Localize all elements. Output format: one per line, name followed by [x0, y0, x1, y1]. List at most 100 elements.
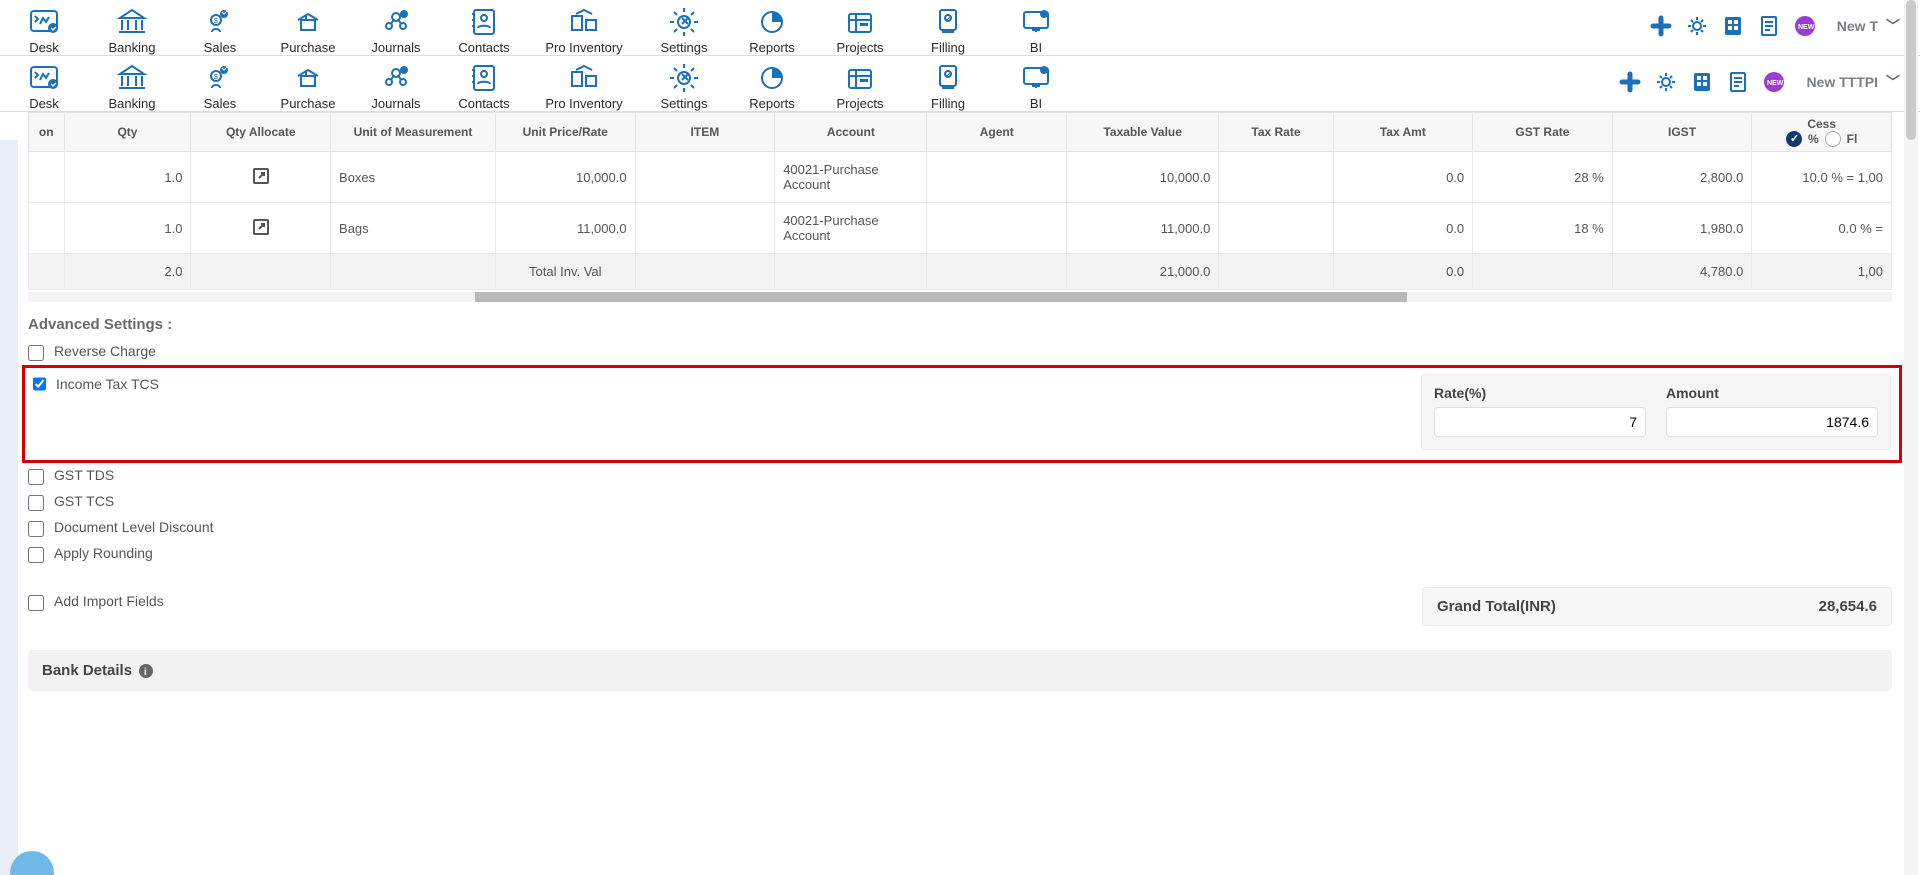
reports-icon	[756, 62, 788, 94]
table-row[interactable]: 1.0 Boxes 10,000.0 40021-Purchase Accoun…	[29, 152, 1892, 203]
col-uom: Unit of Measurement	[331, 113, 496, 152]
cess-flat-radio[interactable]	[1825, 131, 1841, 147]
cess-flat-label: Fl	[1847, 132, 1858, 146]
nav-bi[interactable]: BI	[1006, 62, 1066, 111]
cell-cess: 0.0 % =	[1752, 203, 1892, 254]
nav-sales[interactable]: Sales	[190, 62, 250, 111]
nav-bi[interactable]: BI	[1006, 6, 1066, 55]
nav-banking[interactable]: Banking	[102, 6, 162, 55]
nav-label: Reports	[749, 96, 795, 111]
tcs-amount-input[interactable]	[1666, 407, 1878, 437]
filling-icon	[932, 62, 964, 94]
nav-label: Contacts	[458, 96, 509, 111]
gear-icon[interactable]	[1654, 70, 1678, 94]
cess-header: Cess	[1756, 117, 1887, 131]
income-tax-tcs-highlight: Income Tax TCS Rate(%) Amount	[22, 365, 1902, 463]
doc-discount-label: Document Level Discount	[54, 519, 214, 535]
income-tax-tcs-checkbox[interactable]	[33, 376, 46, 392]
nav-label: Pro Inventory	[545, 40, 622, 55]
nav-contacts[interactable]: Contacts	[454, 6, 514, 55]
nav-label: Filling	[931, 96, 965, 111]
gear-icon[interactable]	[1685, 14, 1709, 38]
vertical-scrollbar[interactable]	[1904, 0, 1918, 875]
nav-journals[interactable]: Journals	[366, 62, 426, 111]
nav-purchase[interactable]: Purchase	[278, 62, 338, 111]
col-qty: Qty	[64, 113, 191, 152]
cell-unit-price: 10,000.0	[496, 152, 636, 203]
gst-tcs-checkbox[interactable]	[28, 495, 44, 511]
tcs-rate-input[interactable]	[1434, 407, 1646, 437]
cell-gst-rate: 28 %	[1473, 152, 1613, 203]
table-row[interactable]: 1.0 Bags 11,000.0 40021-Purchase Account…	[29, 203, 1892, 254]
col-tax-rate: Tax Rate	[1219, 113, 1333, 152]
add-icon[interactable]	[1618, 70, 1642, 94]
calculator-icon[interactable]	[1721, 14, 1745, 38]
new-dropdown[interactable]: New T ﹀	[1829, 16, 1908, 36]
nav-desk[interactable]: Desk	[14, 6, 74, 55]
add-icon[interactable]	[1649, 14, 1673, 38]
horizontal-scrollbar[interactable]	[28, 292, 1892, 302]
new-badge-icon[interactable]	[1793, 14, 1817, 38]
nav-filling[interactable]: Filling	[918, 6, 978, 55]
cess-pct-radio[interactable]	[1786, 131, 1802, 147]
document-icon[interactable]	[1757, 14, 1781, 38]
nav-label: BI	[1030, 40, 1042, 55]
col-taxable: Taxable Value	[1067, 113, 1219, 152]
advanced-settings-title: Advanced Settings :	[28, 316, 1892, 333]
nav-settings[interactable]: Settings	[654, 6, 714, 55]
nav-label: BI	[1030, 96, 1042, 111]
qty-allocate-open[interactable]	[191, 203, 331, 254]
nav-contacts[interactable]: Contacts	[454, 62, 514, 111]
bank-icon	[116, 6, 148, 38]
tcs-rate-label: Rate(%)	[1434, 385, 1646, 401]
nav-purchase[interactable]: Purchase	[278, 6, 338, 55]
apply-rounding-checkbox[interactable]	[28, 547, 44, 563]
projects-icon	[844, 62, 876, 94]
new-badge-icon[interactable]	[1762, 70, 1786, 94]
journals-icon	[380, 62, 412, 94]
add-import-checkbox[interactable]	[28, 595, 44, 611]
nav-banking[interactable]: Banking	[102, 62, 162, 111]
nav-desk[interactable]: Desk	[14, 62, 74, 111]
qty-allocate-open[interactable]	[191, 152, 331, 203]
total-cess: 1,00	[1752, 254, 1892, 290]
reverse-charge-row: Reverse Charge	[28, 339, 1892, 365]
nav-filling[interactable]: Filling	[918, 62, 978, 111]
doc-discount-row: Document Level Discount	[28, 515, 1892, 541]
nav-settings[interactable]: Settings	[654, 62, 714, 111]
horizontal-scrollbar-thumb[interactable]	[475, 292, 1407, 302]
cess-pct-label: %	[1808, 132, 1819, 146]
nav-reports[interactable]: Reports	[742, 6, 802, 55]
inventory-icon	[568, 62, 600, 94]
nav-label: Reports	[749, 40, 795, 55]
content: on Qty Qty Allocate Unit of Measurement …	[0, 112, 1920, 691]
purchase-icon	[292, 6, 324, 38]
nav-label: Purchase	[281, 40, 336, 55]
document-icon[interactable]	[1726, 70, 1750, 94]
doc-discount-checkbox[interactable]	[28, 521, 44, 537]
calculator-icon[interactable]	[1690, 70, 1714, 94]
nav-reports[interactable]: Reports	[742, 62, 802, 111]
nav-label: Projects	[837, 96, 884, 111]
bank-details-section[interactable]: Bank Details	[28, 650, 1892, 691]
nav-projects[interactable]: Projects	[830, 62, 890, 111]
top-nav-row-1: Desk Banking Sales Purchase Journals Con…	[0, 0, 1920, 56]
new-dropdown[interactable]: New TTTPI ﹀	[1798, 72, 1908, 92]
nav-sales[interactable]: Sales	[190, 6, 250, 55]
bank-details-label: Bank Details	[42, 662, 132, 679]
apply-rounding-row: Apply Rounding	[28, 541, 1892, 567]
nav-label: Projects	[837, 40, 884, 55]
nav-inventory[interactable]: Pro Inventory	[542, 6, 626, 55]
vertical-scrollbar-thumb[interactable]	[1906, 0, 1916, 140]
gst-tds-checkbox[interactable]	[28, 469, 44, 485]
nav-journals[interactable]: Journals	[366, 6, 426, 55]
nav-inventory[interactable]: Pro Inventory	[542, 62, 626, 111]
nav-projects[interactable]: Projects	[830, 6, 890, 55]
nav-items: Desk Banking Sales Purchase Journals Con…	[14, 6, 1066, 55]
cell-account: 40021-Purchase Account	[775, 152, 927, 203]
new-label: New T	[1837, 18, 1878, 34]
reports-icon	[756, 6, 788, 38]
reverse-charge-checkbox[interactable]	[28, 345, 44, 361]
sales-icon	[204, 62, 236, 94]
nav-items: Desk Banking Sales Purchase Journals Con…	[14, 62, 1066, 111]
